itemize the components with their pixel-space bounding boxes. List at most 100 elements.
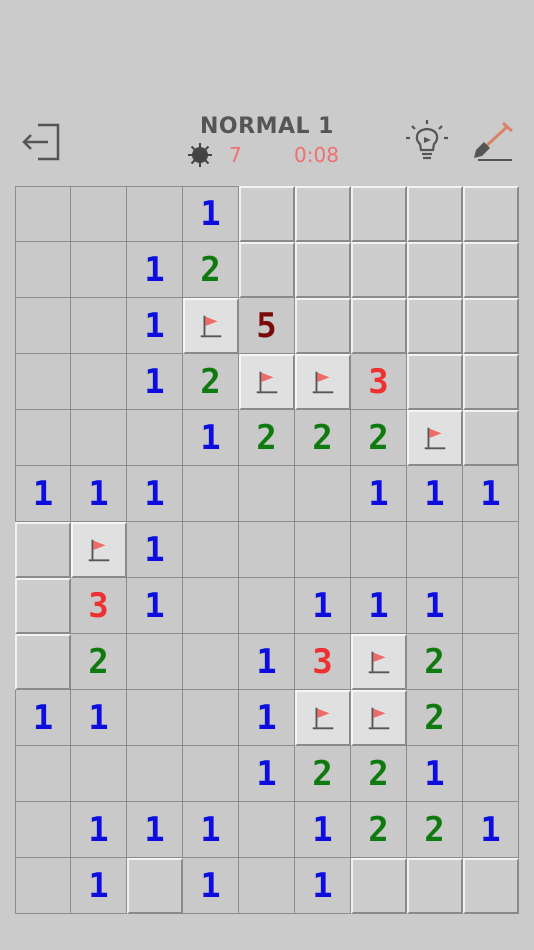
covered-cell[interactable] bbox=[463, 186, 519, 242]
empty-cell bbox=[15, 242, 71, 298]
covered-cell[interactable] bbox=[15, 522, 71, 578]
empty-cell bbox=[15, 354, 71, 410]
empty-cell bbox=[407, 522, 463, 578]
flagged-cell[interactable] bbox=[407, 410, 463, 466]
covered-cell[interactable] bbox=[407, 186, 463, 242]
covered-cell[interactable] bbox=[463, 410, 519, 466]
empty-cell bbox=[127, 634, 183, 690]
flagged-cell[interactable] bbox=[239, 354, 295, 410]
number-cell: 1 bbox=[183, 186, 239, 242]
empty-cell bbox=[15, 410, 71, 466]
number-cell: 1 bbox=[127, 242, 183, 298]
number-cell: 2 bbox=[295, 410, 351, 466]
flag-icon bbox=[256, 371, 278, 394]
number-cell: 1 bbox=[239, 634, 295, 690]
covered-cell[interactable] bbox=[407, 858, 463, 914]
number-cell: 1 bbox=[295, 802, 351, 858]
number-cell: 1 bbox=[71, 858, 127, 914]
number-cell: 1 bbox=[351, 466, 407, 522]
empty-cell bbox=[71, 242, 127, 298]
flagged-cell[interactable] bbox=[183, 298, 239, 354]
number-cell: 1 bbox=[239, 690, 295, 746]
empty-cell bbox=[127, 690, 183, 746]
mine-counter: 7 bbox=[229, 143, 242, 167]
number-cell: 2 bbox=[351, 802, 407, 858]
empty-cell bbox=[15, 186, 71, 242]
number-cell: 1 bbox=[239, 746, 295, 802]
number-cell: 1 bbox=[15, 690, 71, 746]
covered-cell[interactable] bbox=[295, 298, 351, 354]
covered-cell[interactable] bbox=[463, 298, 519, 354]
covered-cell[interactable] bbox=[295, 186, 351, 242]
covered-cell[interactable] bbox=[463, 354, 519, 410]
empty-cell bbox=[127, 186, 183, 242]
empty-cell bbox=[183, 466, 239, 522]
timer: 0:08 bbox=[294, 143, 339, 167]
number-cell: 1 bbox=[71, 802, 127, 858]
covered-cell[interactable] bbox=[15, 578, 71, 634]
number-cell: 1 bbox=[295, 578, 351, 634]
level-title: NORMAL 1 bbox=[200, 114, 334, 139]
number-cell: 2 bbox=[295, 746, 351, 802]
number-cell: 2 bbox=[351, 410, 407, 466]
number-cell: 1 bbox=[295, 858, 351, 914]
covered-cell[interactable] bbox=[407, 242, 463, 298]
empty-cell bbox=[183, 634, 239, 690]
empty-cell bbox=[71, 746, 127, 802]
flagged-cell[interactable] bbox=[295, 354, 351, 410]
empty-cell bbox=[15, 746, 71, 802]
covered-cell[interactable] bbox=[351, 242, 407, 298]
flagged-cell[interactable] bbox=[351, 690, 407, 746]
number-cell: 3 bbox=[351, 354, 407, 410]
empty-cell bbox=[463, 746, 519, 802]
covered-cell[interactable] bbox=[351, 186, 407, 242]
number-cell: 2 bbox=[407, 802, 463, 858]
empty-cell bbox=[15, 858, 71, 914]
flagged-cell[interactable] bbox=[351, 634, 407, 690]
covered-cell[interactable] bbox=[15, 634, 71, 690]
covered-cell[interactable] bbox=[407, 298, 463, 354]
empty-cell bbox=[239, 578, 295, 634]
number-cell: 1 bbox=[127, 298, 183, 354]
covered-cell[interactable] bbox=[127, 858, 183, 914]
number-cell: 3 bbox=[295, 634, 351, 690]
flag-icon bbox=[368, 707, 390, 730]
covered-cell[interactable] bbox=[351, 298, 407, 354]
covered-cell[interactable] bbox=[351, 858, 407, 914]
empty-cell bbox=[71, 298, 127, 354]
number-cell: 2 bbox=[183, 354, 239, 410]
number-cell: 1 bbox=[463, 466, 519, 522]
number-cell: 1 bbox=[407, 466, 463, 522]
covered-cell[interactable] bbox=[463, 242, 519, 298]
empty-cell bbox=[463, 690, 519, 746]
shovel-icon[interactable] bbox=[470, 120, 516, 164]
number-cell: 1 bbox=[127, 522, 183, 578]
empty-cell bbox=[295, 522, 351, 578]
empty-cell bbox=[239, 802, 295, 858]
flag-icon bbox=[424, 427, 446, 450]
empty-cell bbox=[71, 354, 127, 410]
flagged-cell[interactable] bbox=[71, 522, 127, 578]
number-cell: 2 bbox=[351, 746, 407, 802]
covered-cell[interactable] bbox=[463, 858, 519, 914]
covered-cell[interactable] bbox=[239, 242, 295, 298]
empty-cell bbox=[71, 186, 127, 242]
number-cell: 1 bbox=[127, 466, 183, 522]
number-cell: 1 bbox=[183, 410, 239, 466]
flagged-cell[interactable] bbox=[295, 690, 351, 746]
lightbulb-hint-icon[interactable] bbox=[404, 118, 450, 164]
number-cell: 2 bbox=[183, 242, 239, 298]
flag-icon bbox=[88, 539, 110, 562]
covered-cell[interactable] bbox=[295, 242, 351, 298]
empty-cell bbox=[183, 746, 239, 802]
empty-cell bbox=[183, 522, 239, 578]
empty-cell bbox=[15, 802, 71, 858]
number-cell: 1 bbox=[407, 746, 463, 802]
number-cell: 1 bbox=[351, 578, 407, 634]
flag-icon bbox=[312, 707, 334, 730]
empty-cell bbox=[463, 522, 519, 578]
empty-cell bbox=[127, 746, 183, 802]
number-cell: 1 bbox=[127, 578, 183, 634]
covered-cell[interactable] bbox=[239, 186, 295, 242]
covered-cell[interactable] bbox=[407, 354, 463, 410]
